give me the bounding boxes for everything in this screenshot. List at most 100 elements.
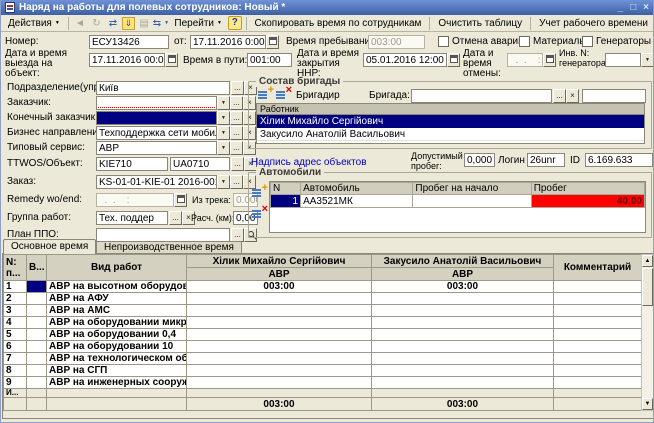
tab-main-time[interactable]: Основное время xyxy=(3,239,96,254)
work-row-type[interactable]: АВР на АМС xyxy=(47,305,187,317)
id-field[interactable]: 6.169.633 xyxy=(585,153,653,167)
worker2-time-cell[interactable] xyxy=(372,305,554,317)
worker2-time-cell[interactable] xyxy=(372,293,554,305)
col-marker-header[interactable]: В... xyxy=(27,255,47,281)
worker1-time-cell[interactable] xyxy=(187,329,372,341)
cars-col-car[interactable]: Автомобиль xyxy=(301,183,413,195)
car-row[interactable]: 1АА3521МК 40,00 xyxy=(271,195,645,208)
col-number-header[interactable]: N:п... xyxy=(4,255,27,281)
brigade-extra-field[interactable] xyxy=(582,89,646,103)
customer-more-button[interactable]: ... xyxy=(230,96,243,110)
customer-field[interactable] xyxy=(96,96,217,110)
comment-cell[interactable] xyxy=(554,329,642,341)
ppo-field[interactable] xyxy=(96,228,230,242)
actions-menu-button[interactable]: Действия▼ xyxy=(4,16,64,31)
nnr-field[interactable]: 05.01.2016 12:00 xyxy=(363,53,447,67)
worker2-time-cell[interactable]: 003:00 xyxy=(372,281,554,293)
work-row-type[interactable]: АВР на высотном оборудова... xyxy=(47,281,187,293)
scroll-up-icon[interactable]: ▲ xyxy=(642,255,653,267)
work-row[interactable]: 8АВР на СГП xyxy=(4,365,642,377)
brigade-field[interactable] xyxy=(411,89,552,103)
remedy-date-calendar-button[interactable] xyxy=(174,193,187,207)
worker2-time-cell[interactable] xyxy=(372,365,554,377)
department-field[interactable]: Київ xyxy=(96,81,230,95)
worker1-time-cell[interactable] xyxy=(187,377,372,389)
login-field[interactable]: 26unr xyxy=(527,153,565,167)
work-group-field[interactable]: Тех. поддер xyxy=(96,211,168,225)
worker1-time-cell[interactable] xyxy=(187,353,372,365)
department-more-button[interactable]: ... xyxy=(231,81,244,95)
ttwos-field-1[interactable]: KIE710 xyxy=(96,157,168,171)
final-customer-field[interactable] xyxy=(96,111,217,125)
car-run-cell[interactable]: 40,00 xyxy=(531,195,644,208)
add-worker-icon[interactable] xyxy=(258,88,273,102)
worker1-time-cell[interactable] xyxy=(187,341,372,353)
work-row[interactable]: 3АВР на АМС xyxy=(4,305,642,317)
work-row-marker[interactable] xyxy=(27,365,47,377)
worker2-time-cell[interactable] xyxy=(372,341,554,353)
materials-checkbox[interactable] xyxy=(519,36,530,47)
worker2-time-cell[interactable] xyxy=(372,329,554,341)
cars-col-run[interactable]: Пробег xyxy=(531,183,644,195)
help-button[interactable]: ? xyxy=(228,16,242,30)
work-row-marker[interactable] xyxy=(27,341,47,353)
work-row-type[interactable]: АВР на оборудовании микро... xyxy=(47,317,187,329)
scrollbar-thumb[interactable] xyxy=(642,268,653,306)
travel-field[interactable]: 001:00 xyxy=(247,53,292,67)
work-row[interactable]: 6АВР на оборудовании 10 xyxy=(4,341,642,353)
service-more-button[interactable]: ... xyxy=(230,141,243,155)
work-row-type[interactable]: АВР на оборудовании 10 xyxy=(47,341,187,353)
work-row[interactable]: 4АВР на оборудовании микро... xyxy=(4,317,642,329)
nnr-date-calendar-button[interactable] xyxy=(447,53,460,67)
vertical-scrollbar[interactable]: ▲ ▼ xyxy=(641,254,654,411)
final-customer-more-button[interactable]: ... xyxy=(230,111,243,125)
order-field[interactable]: KS-01-01-KIE-01 2016-001 xyxy=(96,175,217,189)
clear-table-button[interactable]: Очистить таблицу xyxy=(434,16,526,31)
cars-col-start[interactable]: Пробег на начало xyxy=(413,183,531,195)
order-more-button[interactable]: ... xyxy=(230,175,243,189)
comment-cell[interactable] xyxy=(554,293,642,305)
order-dropdown-button[interactable]: ▼ xyxy=(217,175,230,189)
worker-row[interactable]: Хілик Михайло Сергійович xyxy=(257,115,644,128)
car-plate-cell[interactable]: АА3521МК xyxy=(301,195,413,208)
number-field[interactable]: ЕСУ13426 xyxy=(89,35,169,49)
post-icon[interactable]: ⇓ xyxy=(122,17,135,30)
work-row-marker[interactable] xyxy=(27,353,47,365)
comment-cell[interactable] xyxy=(554,281,642,293)
worker2-time-cell[interactable] xyxy=(372,317,554,329)
car-start-cell[interactable] xyxy=(413,195,531,208)
allowed-mileage-field[interactable]: 0,000 xyxy=(464,153,495,167)
service-dropdown-button[interactable]: ▼ xyxy=(217,141,230,155)
business-field[interactable]: Техподдержка сети мобильно xyxy=(96,126,217,140)
copy-dropdown-icon[interactable]: ⇆▼ xyxy=(153,16,168,31)
brigade-clear-button[interactable]: × xyxy=(566,89,579,103)
print-icon[interactable]: ▤ xyxy=(137,16,152,31)
work-group-more-button[interactable]: ... xyxy=(169,211,182,225)
comment-cell[interactable] xyxy=(554,365,642,377)
comment-cell[interactable] xyxy=(554,317,642,329)
worker2-time-cell[interactable] xyxy=(372,377,554,389)
work-row-type[interactable]: АВР на АФУ xyxy=(47,293,187,305)
swap-icon[interactable]: ⇄ xyxy=(106,16,121,31)
work-row[interactable]: 1АВР на высотном оборудова...003:00003:0… xyxy=(4,281,642,293)
car-number-cell[interactable]: 1 xyxy=(271,195,301,208)
col-work-type-header[interactable]: Вид работ xyxy=(47,255,187,281)
work-row-marker[interactable] xyxy=(27,305,47,317)
comment-cell[interactable] xyxy=(554,341,642,353)
maximize-button[interactable]: □ xyxy=(630,2,636,13)
comment-cell[interactable] xyxy=(554,353,642,365)
departure-field[interactable]: 17.11.2016 00:0 xyxy=(89,53,165,67)
col-comment-header[interactable]: Комментарий xyxy=(554,255,642,281)
worker1-time-cell[interactable] xyxy=(187,305,372,317)
inv-generator-dropdown-button[interactable]: ▼ xyxy=(641,53,654,67)
scroll-down-icon[interactable]: ▼ xyxy=(642,398,653,410)
ppo-more-button[interactable]: ... xyxy=(231,228,244,242)
final-customer-dropdown-button[interactable]: ▼ xyxy=(217,111,230,125)
work-row[interactable]: 9АВР на инженерных сооруж... xyxy=(4,377,642,389)
work-row-type[interactable]: АВР на оборудовании 0,4 xyxy=(47,329,187,341)
customer-dropdown-button[interactable]: ▼ xyxy=(217,96,230,110)
back-icon[interactable]: ◄ xyxy=(73,16,88,31)
close-button[interactable]: × xyxy=(643,2,649,13)
cars-col-n[interactable]: N xyxy=(271,183,301,195)
service-field[interactable]: АВР xyxy=(96,141,217,155)
